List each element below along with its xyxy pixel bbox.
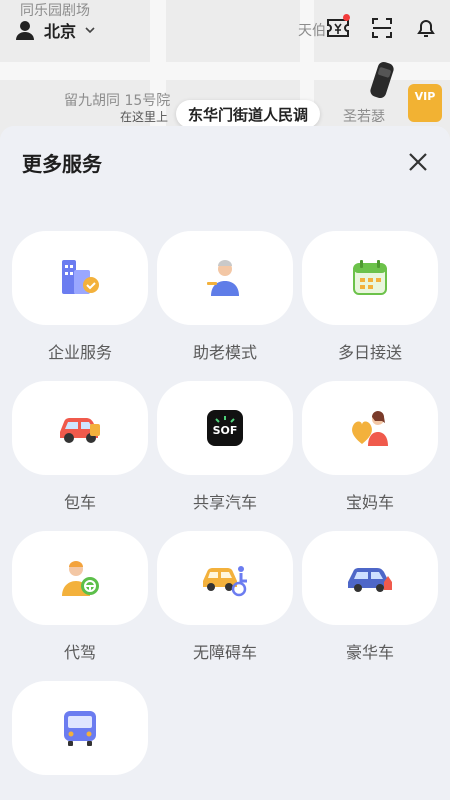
service-card[interactable] [302,231,438,325]
pickup-location-pill[interactable]: 东华门街道人民调 [176,100,321,128]
map-label: 留九胡同 15号院 [64,93,171,109]
service-charter[interactable]: 包车 [12,381,148,513]
bus-icon [64,711,96,746]
car-sharing-icon: SOF [207,410,243,446]
elderly-mode-icon [207,260,239,296]
service-label: 多日接送 [337,343,402,362]
service-luxury[interactable]: 豪华车 [302,531,438,663]
service-label: 共享汽车 [192,493,257,512]
notification-button[interactable] [412,14,440,42]
service-card[interactable]: SOF [157,381,293,475]
enterprise-icon [62,260,99,294]
service-label: 豪华车 [345,643,394,662]
service-card[interactable] [157,231,293,325]
service-card[interactable] [12,531,148,625]
scan-button[interactable] [368,14,396,42]
service-card[interactable] [157,531,293,625]
service-mom-car[interactable]: 宝妈车 [302,381,438,513]
pickup-hint: 在这里上 [120,110,169,124]
service-designated-driver[interactable]: 代驾 [12,531,148,663]
service-card[interactable] [12,381,148,475]
service-label: 企业服务 [47,343,112,362]
user-icon[interactable] [14,19,36,41]
service-car-sharing[interactable]: SOF 共享汽车 [157,381,293,513]
service-label: 无障碍车 [192,643,257,662]
mom-car-icon [352,411,388,446]
service-label: 包车 [63,493,96,512]
map-label: 圣若瑟 [343,109,385,125]
service-elderly-mode[interactable]: 助老模式 [157,231,293,363]
service-enterprise[interactable]: 企业服务 [12,231,148,363]
notification-dot [343,14,350,21]
more-services-sheet: 更多服务 企业服务 助老模式 多日接送 包车 SOF 共享汽车 宝妈车 代驾 无… [0,126,450,800]
car-marker-icon [370,61,394,99]
svg-text:SOF: SOF [213,424,238,437]
coupon-button[interactable] [324,14,352,42]
service-card[interactable] [12,231,148,325]
service-card[interactable] [302,531,438,625]
service-multi-day[interactable]: 多日接送 [302,231,438,363]
city-selector[interactable]: 北京 [14,18,96,42]
service-label: 宝妈车 [345,493,394,512]
service-card[interactable] [302,381,438,475]
bell-icon [417,20,435,37]
luxury-car-icon [348,568,392,592]
city-name: 北京 [44,22,77,41]
service-card[interactable] [12,681,148,775]
service-bus[interactable] [12,681,148,789]
calendar-icon [353,260,387,295]
service-accessible[interactable]: 无障碍车 [157,531,293,663]
designated-driver-icon [62,561,99,596]
service-label: 代驾 [63,643,96,662]
charter-car-icon [60,418,100,443]
accessible-car-icon [203,566,247,597]
close-icon[interactable] [406,150,430,174]
vip-badge[interactable]: VIP [408,84,442,122]
top-bar: 北京 [0,14,450,50]
service-label: 助老模式 [192,343,257,362]
scan-icon [372,18,392,38]
chevron-down-icon [85,27,95,34]
sheet-title: 更多服务 [22,152,102,176]
